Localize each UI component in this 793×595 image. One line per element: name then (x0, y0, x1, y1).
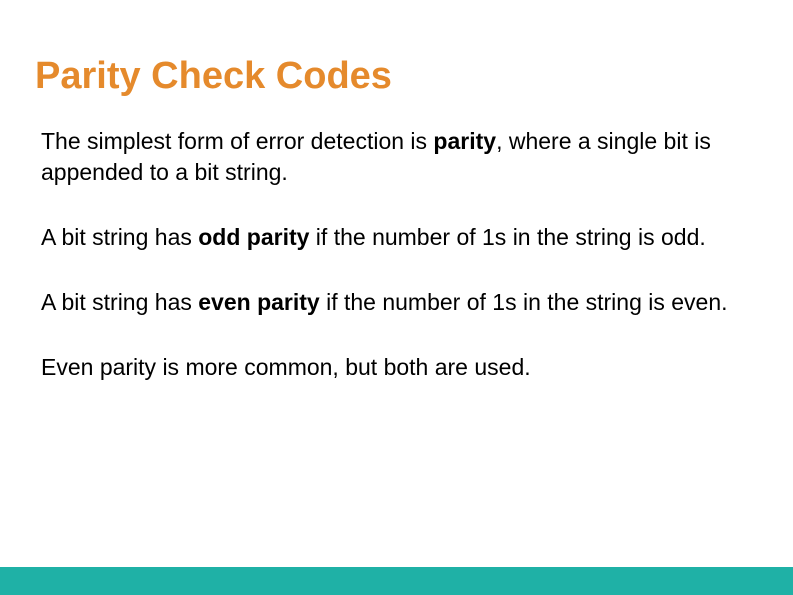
p3-pre: A bit string has (41, 289, 198, 315)
p3-keyword: even parity (198, 289, 319, 315)
p1-keyword: parity (433, 128, 496, 154)
p2-keyword: odd parity (198, 224, 309, 250)
slide-title: Parity Check Codes (35, 55, 758, 98)
p2-post: if the number of 1s in the string is odd… (309, 224, 705, 250)
slide-body: The simplest form of error detection is … (35, 126, 758, 383)
footer-bar (0, 567, 793, 595)
paragraph-4: Even parity is more common, but both are… (41, 352, 728, 383)
p3-post: if the number of 1s in the string is eve… (320, 289, 728, 315)
p1-pre: The simplest form of error detection is (41, 128, 433, 154)
paragraph-2: A bit string has odd parity if the numbe… (41, 222, 728, 253)
p2-pre: A bit string has (41, 224, 198, 250)
slide: Parity Check Codes The simplest form of … (0, 0, 793, 595)
paragraph-1: The simplest form of error detection is … (41, 126, 728, 188)
paragraph-3: A bit string has even parity if the numb… (41, 287, 728, 318)
